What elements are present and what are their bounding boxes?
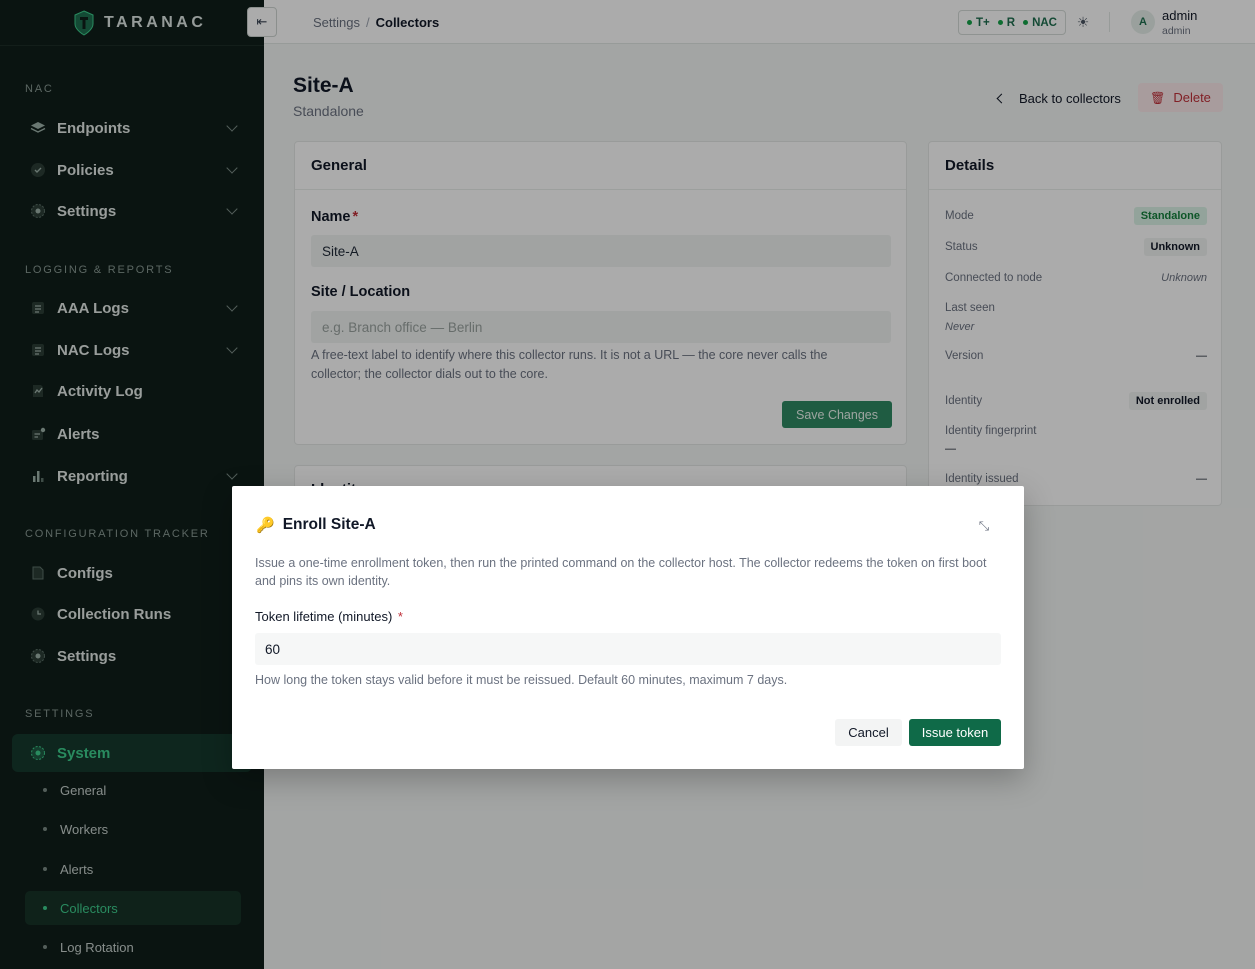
close-icon[interactable]: ⤡ [976, 518, 992, 534]
modal-title-text: Enroll Site-A [282, 516, 376, 533]
modal-title: 🔑 Enroll Site-A [256, 516, 376, 534]
token-lifetime-input[interactable]: 60 [255, 633, 1001, 665]
cancel-button[interactable]: Cancel [835, 719, 902, 746]
issue-token-button[interactable]: Issue token [909, 719, 1001, 746]
token-lifetime-help: How long the token stays valid before it… [255, 673, 788, 687]
enroll-modal: 🔑 Enroll Site-A ⤡ Issue a one-time enrol… [232, 486, 1024, 769]
modal-description: Issue a one-time enrollment token, then … [255, 556, 987, 588]
required-mark: * [397, 609, 403, 624]
token-lifetime-label-text: Token lifetime (minutes) [255, 609, 393, 624]
key-icon: 🔑 [256, 517, 275, 534]
token-lifetime-label: Token lifetime (minutes) * [255, 609, 403, 624]
modal-backdrop[interactable] [0, 0, 1255, 969]
